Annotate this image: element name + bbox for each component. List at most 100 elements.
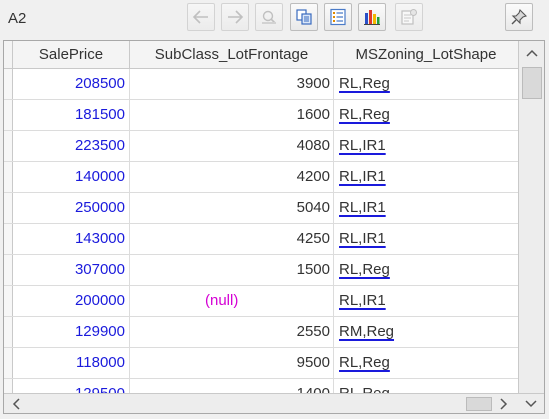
vertical-scrollbar[interactable] <box>518 41 544 393</box>
chevron-left-icon <box>12 397 20 410</box>
copy-icon <box>296 9 312 25</box>
saleprice-cell[interactable]: 143000 <box>13 224 130 254</box>
lotfrontage-cell[interactable]: 1500 <box>130 255 334 285</box>
column-header-mszoning-lotshape[interactable]: MSZoning_LotShape <box>334 41 518 68</box>
row-header[interactable] <box>4 224 13 254</box>
lotfrontage-cell[interactable]: 9500 <box>130 348 334 378</box>
mszoning-link[interactable]: RL,IR1 <box>339 137 386 154</box>
row-header[interactable] <box>4 100 13 130</box>
saleprice-cell[interactable]: 118000 <box>13 348 130 378</box>
mszoning-link[interactable]: RL,Reg <box>339 106 390 123</box>
lotfrontage-cell[interactable]: 1600 <box>130 100 334 130</box>
grid-header: SalePrice SubClass_LotFrontage MSZoning_… <box>4 41 544 69</box>
pin-button[interactable] <box>505 3 533 31</box>
data-grid: SalePrice SubClass_LotFrontage MSZoning_… <box>3 40 545 414</box>
mszoning-link[interactable]: RL,Reg <box>339 261 390 278</box>
lotfrontage-cell[interactable]: 4200 <box>130 162 334 192</box>
mszoning-link[interactable]: RL,Reg <box>339 354 390 371</box>
lotfrontage-null-cell[interactable]: (null) <box>130 286 334 316</box>
column-header-saleprice[interactable]: SalePrice <box>13 41 130 68</box>
row-header[interactable] <box>4 193 13 223</box>
lotfrontage-cell[interactable]: 5040 <box>130 193 334 223</box>
row-header[interactable] <box>4 162 13 192</box>
list-button[interactable] <box>324 3 352 31</box>
mszoning-cell[interactable]: RL,IR1 <box>334 224 518 254</box>
grid-body: 208500 3900 RL,Reg 181500 1600 RL,Reg 22… <box>4 69 518 394</box>
cell-reference: A2 <box>8 10 27 27</box>
table-row[interactable]: 208500 3900 RL,Reg <box>4 69 518 100</box>
mszoning-cell[interactable]: RL,IR1 <box>334 162 518 192</box>
saleprice-cell[interactable]: 129500 <box>13 379 130 394</box>
table-row[interactable]: 250000 5040 RL,IR1 <box>4 193 518 224</box>
table-row[interactable]: 129500 1400 RL,Reg <box>4 379 518 394</box>
mszoning-cell[interactable]: RL,Reg <box>334 348 518 378</box>
mszoning-link[interactable]: RM,Reg <box>339 323 394 340</box>
mszoning-link[interactable]: RL,IR1 <box>339 230 386 247</box>
mszoning-cell[interactable]: RL,Reg <box>334 100 518 130</box>
mszoning-cell[interactable]: RL,IR1 <box>334 286 518 316</box>
lotfrontage-cell[interactable]: 4080 <box>130 131 334 161</box>
horizontal-scrollbar[interactable] <box>4 393 544 413</box>
mszoning-cell[interactable]: RL,Reg <box>334 69 518 99</box>
toolbar: A2 <box>0 0 549 38</box>
copy-button[interactable] <box>290 3 318 31</box>
chevron-up-icon <box>525 49 538 57</box>
mszoning-link[interactable]: RL,Reg <box>339 75 390 92</box>
table-row[interactable]: 129900 2550 RM,Reg <box>4 317 518 348</box>
back-button[interactable] <box>187 3 215 31</box>
pin-icon <box>511 8 528 25</box>
mszoning-cell[interactable]: RL,IR1 <box>334 193 518 223</box>
saleprice-cell[interactable]: 307000 <box>13 255 130 285</box>
row-header[interactable] <box>4 286 13 316</box>
clear-button[interactable] <box>255 3 283 31</box>
mszoning-cell[interactable]: RL,IR1 <box>334 131 518 161</box>
mszoning-link[interactable]: RL,IR1 <box>339 199 386 216</box>
table-row[interactable]: 143000 4250 RL,IR1 <box>4 224 518 255</box>
chart-button[interactable] <box>358 3 386 31</box>
saleprice-cell[interactable]: 140000 <box>13 162 130 192</box>
chevron-down-icon <box>525 399 537 407</box>
forward-button[interactable] <box>221 3 249 31</box>
table-row[interactable]: 200000 (null) RL,IR1 <box>4 286 518 317</box>
saleprice-cell[interactable]: 223500 <box>13 131 130 161</box>
row-header[interactable] <box>4 317 13 347</box>
table-row[interactable]: 223500 4080 RL,IR1 <box>4 131 518 162</box>
row-header[interactable] <box>4 348 13 378</box>
scroll-down-button[interactable] <box>520 394 542 413</box>
scroll-up-button[interactable] <box>519 41 544 65</box>
scroll-left-button[interactable] <box>6 394 26 413</box>
corner-cell <box>4 41 13 68</box>
table-row[interactable]: 118000 9500 RL,Reg <box>4 348 518 379</box>
mszoning-cell[interactable]: RL,Reg <box>334 379 518 394</box>
forward-arrow-icon <box>228 10 244 24</box>
saleprice-cell[interactable]: 129900 <box>13 317 130 347</box>
row-header[interactable] <box>4 379 13 394</box>
back-arrow-icon <box>192 10 208 24</box>
mszoning-cell[interactable]: RM,Reg <box>334 317 518 347</box>
horizontal-scroll-thumb[interactable] <box>466 397 492 411</box>
properties-button[interactable] <box>395 3 423 31</box>
lotfrontage-cell[interactable]: 3900 <box>130 69 334 99</box>
lotfrontage-cell[interactable]: 1400 <box>130 379 334 394</box>
row-header[interactable] <box>4 69 13 99</box>
list-icon <box>330 8 346 26</box>
clear-icon <box>262 10 276 24</box>
table-row[interactable]: 140000 4200 RL,IR1 <box>4 162 518 193</box>
mszoning-cell[interactable]: RL,Reg <box>334 255 518 285</box>
lotfrontage-cell[interactable]: 4250 <box>130 224 334 254</box>
vertical-scroll-thumb[interactable] <box>522 67 542 99</box>
table-row[interactable]: 307000 1500 RL,Reg <box>4 255 518 286</box>
lotfrontage-cell[interactable]: 2550 <box>130 317 334 347</box>
saleprice-cell[interactable]: 250000 <box>13 193 130 223</box>
saleprice-cell[interactable]: 200000 <box>13 286 130 316</box>
row-header[interactable] <box>4 255 13 285</box>
column-header-subclass-lotfrontage[interactable]: SubClass_LotFrontage <box>130 41 334 68</box>
saleprice-cell[interactable]: 181500 <box>13 100 130 130</box>
row-header[interactable] <box>4 131 13 161</box>
table-row[interactable]: 181500 1600 RL,Reg <box>4 100 518 131</box>
mszoning-link[interactable]: RL,IR1 <box>339 292 386 309</box>
scroll-right-button[interactable] <box>494 394 514 413</box>
saleprice-cell[interactable]: 208500 <box>13 69 130 99</box>
chevron-right-icon <box>500 397 508 410</box>
mszoning-link[interactable]: RL,IR1 <box>339 168 386 185</box>
